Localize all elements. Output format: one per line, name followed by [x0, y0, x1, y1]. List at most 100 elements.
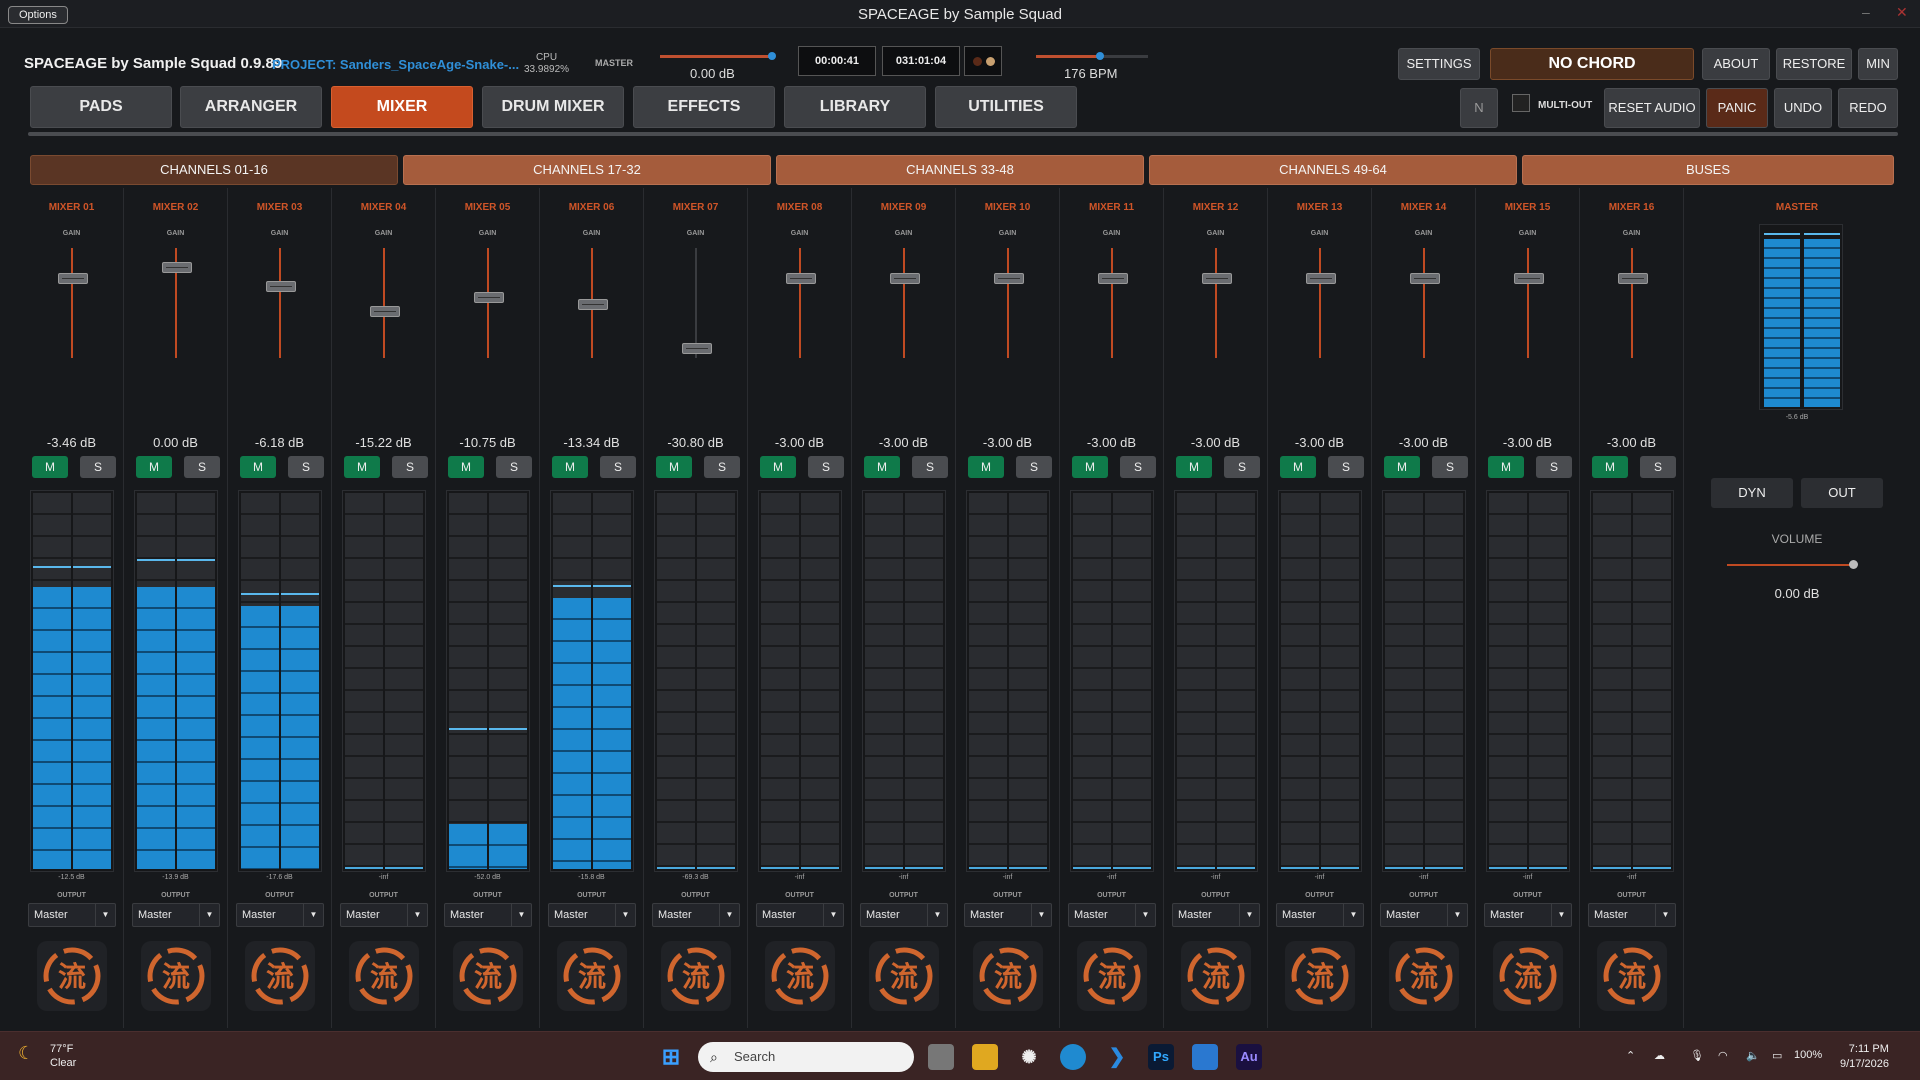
channel-logo-icon[interactable]: 流 [37, 941, 107, 1011]
mute-button[interactable]: M [1176, 456, 1212, 478]
fader-handle[interactable] [58, 272, 88, 284]
chevron-up-icon[interactable]: ⌃ [1626, 1049, 1635, 1062]
channel-logo-icon[interactable]: 流 [1285, 941, 1355, 1011]
fader-track[interactable] [71, 248, 73, 358]
channel-logo-icon[interactable]: 流 [765, 941, 835, 1011]
channel-group-tab[interactable]: CHANNELS 01-16 [30, 155, 398, 185]
tab-drum-mixer[interactable]: DRUM MIXER [482, 86, 624, 128]
solo-button[interactable]: S [704, 456, 740, 478]
solo-button[interactable]: S [288, 456, 324, 478]
multi-out-checkbox[interactable] [1512, 94, 1530, 112]
mute-button[interactable]: M [1072, 456, 1108, 478]
channel-logo-icon[interactable]: 流 [349, 941, 419, 1011]
output-select[interactable]: Master ▼ [860, 903, 948, 927]
mute-button[interactable]: M [448, 456, 484, 478]
chatgpt-icon[interactable]: ✺ [1016, 1044, 1042, 1070]
mute-button[interactable]: M [656, 456, 692, 478]
tab-utilities[interactable]: UTILITIES [935, 86, 1077, 128]
output-select[interactable]: Master ▼ [1588, 903, 1676, 927]
fader-handle[interactable] [1098, 272, 1128, 284]
channel-logo-icon[interactable]: 流 [1389, 941, 1459, 1011]
fader-handle[interactable] [682, 343, 712, 355]
tab-pads[interactable]: PADS [30, 86, 172, 128]
mute-button[interactable]: M [240, 456, 276, 478]
output-select[interactable]: Master ▼ [1276, 903, 1364, 927]
fader-handle[interactable] [474, 291, 504, 303]
out-button[interactable]: OUT [1801, 478, 1883, 508]
fader-handle[interactable] [578, 299, 608, 311]
output-select[interactable]: Master ▼ [340, 903, 428, 927]
solo-button[interactable]: S [184, 456, 220, 478]
record-indicator[interactable] [964, 46, 1002, 76]
output-select[interactable]: Master ▼ [28, 903, 116, 927]
close-icon[interactable]: ✕ [1896, 4, 1908, 21]
mute-button[interactable]: M [1384, 456, 1420, 478]
fader-handle[interactable] [890, 272, 920, 284]
fader-track[interactable] [1111, 248, 1113, 358]
output-select[interactable]: Master ▼ [1172, 903, 1260, 927]
mute-button[interactable]: M [1280, 456, 1316, 478]
minimize-icon[interactable]: – [1862, 4, 1870, 20]
output-select[interactable]: Master ▼ [652, 903, 740, 927]
master-volume-knob[interactable] [1849, 560, 1859, 569]
weather-widget[interactable]: ☾ 77°F Clear [18, 1042, 76, 1070]
channel-logo-icon[interactable]: 流 [1181, 941, 1251, 1011]
solo-button[interactable]: S [1432, 456, 1468, 478]
master-volume-slider[interactable] [660, 52, 776, 60]
spaceage-app-icon[interactable] [1192, 1044, 1218, 1070]
fader-handle[interactable] [1202, 272, 1232, 284]
task-view-icon[interactable] [928, 1044, 954, 1070]
output-select[interactable]: Master ▼ [1380, 903, 1468, 927]
fader-handle[interactable] [266, 280, 296, 292]
master-volume-track[interactable] [1727, 564, 1857, 566]
bpm-slider[interactable] [1036, 52, 1148, 60]
panic-button[interactable]: PANIC [1706, 88, 1768, 128]
fader-handle[interactable] [1618, 272, 1648, 284]
fader-track[interactable] [1527, 248, 1529, 358]
fader-handle[interactable] [370, 305, 400, 317]
fader-track[interactable] [1215, 248, 1217, 358]
channel-logo-icon[interactable]: 流 [245, 941, 315, 1011]
edge-icon[interactable] [1060, 1044, 1086, 1070]
output-select[interactable]: Master ▼ [964, 903, 1052, 927]
mute-button[interactable]: M [552, 456, 588, 478]
solo-button[interactable]: S [392, 456, 428, 478]
channel-logo-icon[interactable]: 流 [973, 941, 1043, 1011]
tab-effects[interactable]: EFFECTS [633, 86, 775, 128]
fader-handle[interactable] [162, 261, 192, 273]
channel-group-tab[interactable]: CHANNELS 33-48 [776, 155, 1144, 185]
output-select[interactable]: Master ▼ [548, 903, 636, 927]
output-select[interactable]: Master ▼ [1068, 903, 1156, 927]
channel-logo-icon[interactable]: 流 [1493, 941, 1563, 1011]
channel-logo-icon[interactable]: 流 [141, 941, 211, 1011]
redo-button[interactable]: REDO [1838, 88, 1898, 128]
mute-button[interactable]: M [1592, 456, 1628, 478]
microphone-icon[interactable]: 🎙 [1690, 1049, 1704, 1062]
mute-button[interactable]: M [968, 456, 1004, 478]
wifi-icon[interactable]: ◠ [1718, 1049, 1728, 1062]
channel-logo-icon[interactable]: 流 [453, 941, 523, 1011]
solo-button[interactable]: S [1016, 456, 1052, 478]
channel-logo-icon[interactable]: 流 [1597, 941, 1667, 1011]
fader-track[interactable] [383, 248, 385, 358]
file-explorer-icon[interactable] [972, 1044, 998, 1070]
channel-logo-icon[interactable]: 流 [557, 941, 627, 1011]
solo-button[interactable]: S [1328, 456, 1364, 478]
channel-group-tab[interactable]: BUSES [1522, 155, 1894, 185]
solo-button[interactable]: S [1536, 456, 1572, 478]
fader-handle[interactable] [1514, 272, 1544, 284]
channel-group-tab[interactable]: CHANNELS 49-64 [1149, 155, 1517, 185]
mute-button[interactable]: M [864, 456, 900, 478]
fader-handle[interactable] [786, 272, 816, 284]
channel-logo-icon[interactable]: 流 [869, 941, 939, 1011]
clock[interactable]: 7:11 PM 9/17/2026 [1840, 1042, 1889, 1072]
fader-track[interactable] [279, 248, 281, 358]
settings-button[interactable]: SETTINGS [1398, 48, 1480, 80]
channel-logo-icon[interactable]: 流 [1077, 941, 1147, 1011]
output-select[interactable]: Master ▼ [236, 903, 324, 927]
battery-icon[interactable]: ▭ [1772, 1049, 1782, 1062]
about-button[interactable]: ABOUT [1702, 48, 1770, 80]
solo-button[interactable]: S [808, 456, 844, 478]
reset-audio-button[interactable]: RESET AUDIO [1604, 88, 1700, 128]
channel-group-tab[interactable]: CHANNELS 17-32 [403, 155, 771, 185]
